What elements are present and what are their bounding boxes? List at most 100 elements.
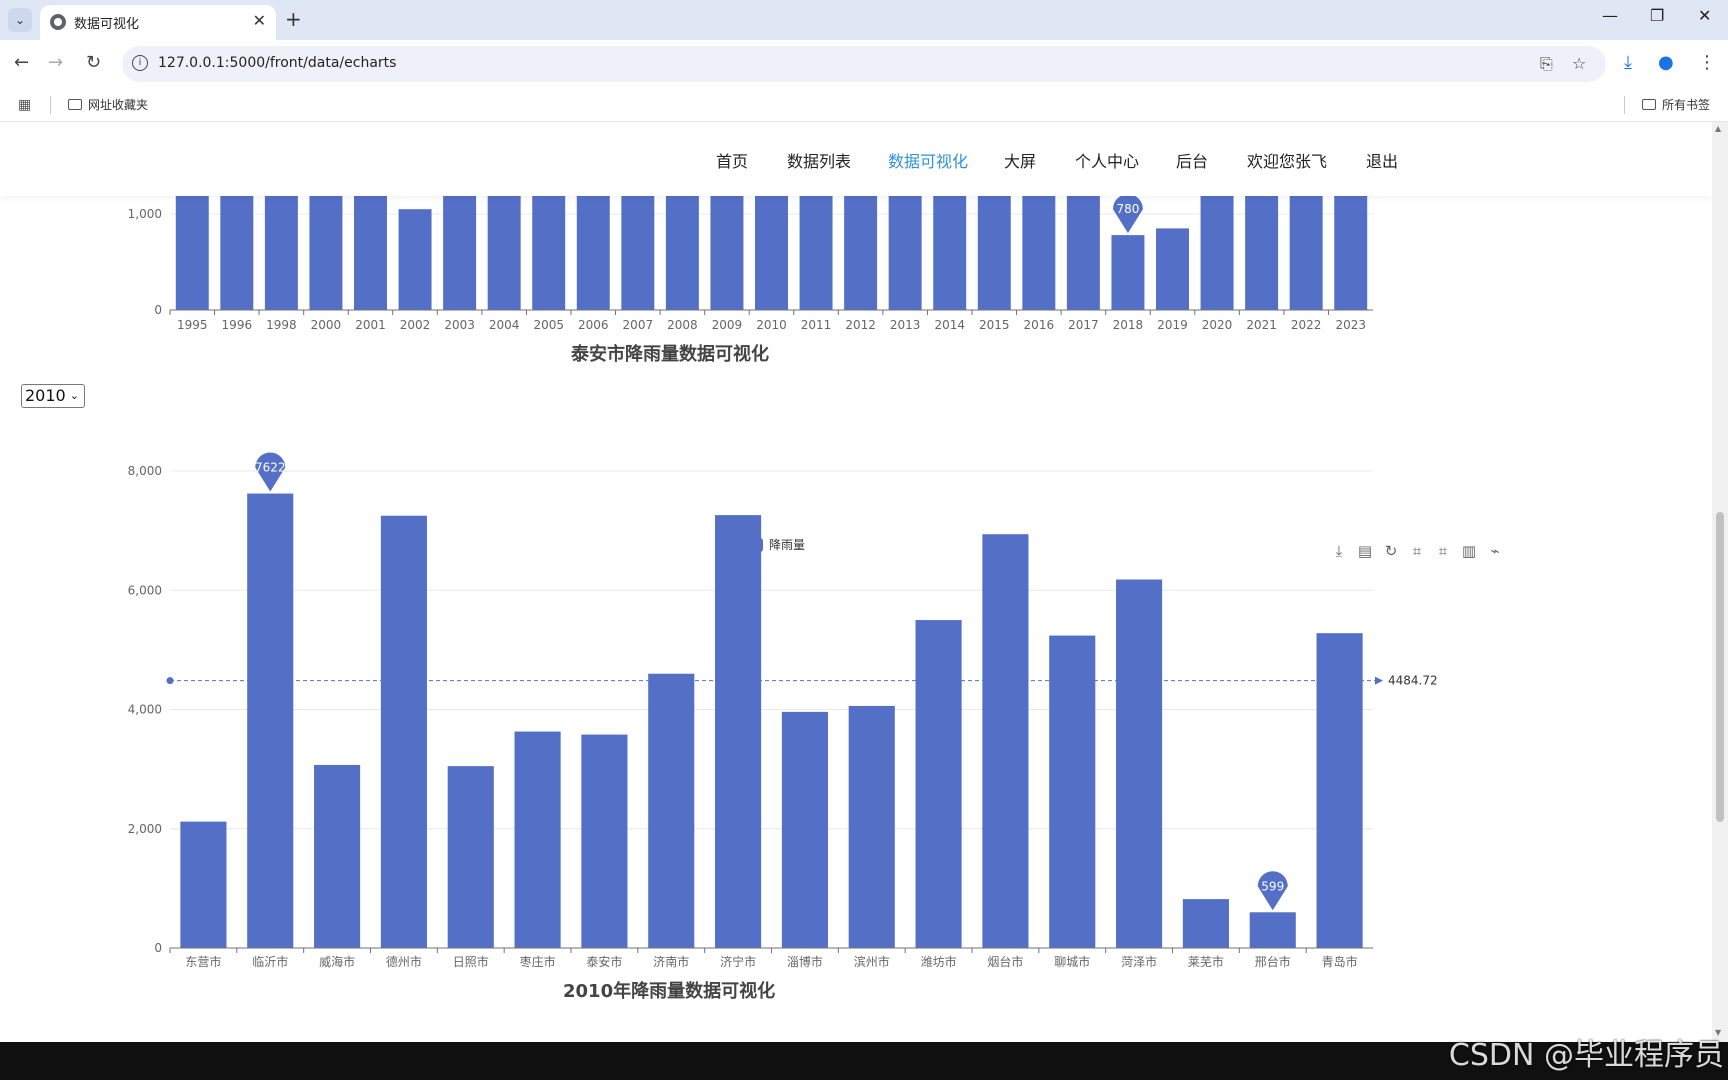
folder-icon (1642, 99, 1656, 110)
chart1-xtick-label: 2017 (1068, 318, 1099, 332)
chart1-xtick-label: 2012 (845, 318, 876, 332)
chart2-xtick-label: 聊城市 (1054, 954, 1090, 969)
nav-logout[interactable]: 退出 (1366, 148, 1398, 172)
chart1-xtick-label: 2011 (801, 318, 832, 332)
chart2-bar (514, 731, 561, 948)
chart1-bar (264, 196, 298, 310)
bookmark-star-icon[interactable]: ☆ (1572, 54, 1586, 73)
chart1-xtick-label: 2013 (890, 318, 921, 332)
browser-tab[interactable]: 数据可视化 ✕ (40, 5, 276, 40)
bookmark-folder-label: 网址收藏夹 (88, 98, 149, 112)
chart1-ytick-label: 0 (154, 303, 162, 317)
browser-toolbar: ← → ↻ i 127.0.0.1:5000/front/data/echart… (0, 40, 1728, 88)
chart2-xtick-label: 泰安市 (586, 954, 622, 969)
restore-icon[interactable]: ↻ (1385, 542, 1398, 560)
scroll-up-icon[interactable]: ▲ (1715, 124, 1721, 133)
nav-welcome-user[interactable]: 欢迎您张飞 (1247, 148, 1327, 172)
chart2-ytick-label: 2,000 (128, 822, 162, 836)
all-bookmarks[interactable]: 所有书签 (1642, 96, 1710, 113)
chart2-bar (715, 515, 762, 948)
chart1-bar (309, 196, 343, 310)
chart1-xtick-label: 1998 (266, 318, 297, 332)
zoom-reset-icon[interactable]: ⌗ (1439, 542, 1448, 560)
chart1-xtick-label: 2018 (1113, 318, 1144, 332)
chart1-bar (1111, 235, 1145, 310)
address-bar[interactable]: i 127.0.0.1:5000/front/data/echarts ⎘ ☆ (122, 46, 1606, 82)
chart2-xtick-label: 菏泽市 (1121, 954, 1157, 969)
all-bookmarks-label: 所有书签 (1662, 98, 1711, 112)
window-close-icon[interactable]: ✕ (1698, 6, 1711, 25)
markline-label: 4484.72 (1388, 674, 1438, 688)
chart2-xtick-label: 邢台市 (1255, 954, 1291, 969)
chart1-xtick-label: 2003 (444, 318, 475, 332)
chart2-bar (247, 493, 294, 948)
chart2-xtick-label: 滨州市 (854, 954, 890, 969)
bookmark-folder[interactable]: 网址收藏夹 (68, 96, 148, 113)
profile-icon[interactable]: ● (1658, 52, 1674, 73)
chart2-ytick-label: 6,000 (128, 583, 162, 597)
translate-icon[interactable]: ⎘ (1540, 54, 1553, 74)
chart2-bar (314, 764, 361, 948)
nav-home[interactable]: 首页 (716, 148, 748, 172)
url-text[interactable]: 127.0.0.1:5000/front/data/echarts (158, 55, 396, 71)
tab-search-button[interactable]: ⌄ (8, 8, 32, 32)
site-nav: 首页 数据列表 数据可视化 大屏 个人中心 后台 欢迎您张飞 退出 (0, 122, 1712, 196)
chart1-xtick-label: 2008 (667, 318, 698, 332)
apps-grid-icon[interactable]: ▦ (18, 97, 31, 113)
chart1-xtick-label: 1996 (222, 318, 253, 332)
minimize-icon[interactable]: — (1602, 6, 1618, 25)
download-icon[interactable]: ⤓ (1624, 52, 1632, 73)
city-rainfall-chart: 降雨量 ⤓ ▤ ↻ ⌗ ⌗ ▥ ⌁ 0 2,000 4,000 6,000 8,000 东营市 临沂市 762… (128, 452, 1500, 969)
chart1-xtick-label: 2002 (400, 318, 431, 332)
nav-visualization[interactable]: 数据可视化 (888, 148, 968, 172)
chart1-xtick-label: 2021 (1246, 318, 1277, 332)
nav-profile[interactable]: 个人中心 (1075, 148, 1139, 172)
chart2-xtick-label: 烟台市 (987, 954, 1023, 969)
restore-icon[interactable]: ❐ (1650, 6, 1664, 25)
forward-icon[interactable]: → (48, 52, 63, 73)
chart2-bar (380, 515, 427, 948)
close-tab-icon[interactable]: ✕ (253, 11, 266, 30)
chart2-bar (1249, 912, 1296, 948)
chart2-xtick-label: 济南市 (653, 954, 689, 969)
chart1-bar (398, 209, 432, 310)
globe-icon (50, 14, 66, 30)
bookmarks-bar: ▦ 网址收藏夹 所有书签 (0, 88, 1728, 122)
chart2-xtick-label: 临沂市 (252, 954, 288, 969)
chart2-bar (648, 673, 695, 948)
new-tab-button[interactable]: + (285, 7, 302, 31)
chart1-bar (1200, 196, 1234, 310)
chart1-title: 泰安市降雨量数据可视化 (571, 344, 769, 365)
chart1-bar (844, 196, 878, 310)
bar-type-icon[interactable]: ▥ (1462, 542, 1476, 560)
tab-title: 数据可视化 (74, 17, 140, 32)
chart1-xtick-label: 2005 (533, 318, 564, 332)
more-menu-icon[interactable]: ⋮ (1698, 52, 1716, 73)
chart1-xtick-label: 1995 (177, 318, 208, 332)
chart2-ytick-label: 8,000 (128, 464, 162, 478)
nav-admin[interactable]: 后台 (1176, 148, 1208, 172)
page-scrollbar[interactable]: ▲ ▼ (1712, 122, 1728, 1042)
watermark: CSDN @毕业程序员 (1448, 1038, 1724, 1073)
chart2-xtick-label: 德州市 (386, 954, 422, 969)
site-info-icon[interactable]: i (132, 55, 148, 71)
chart1-bar (532, 196, 566, 310)
reload-icon[interactable]: ↻ (86, 52, 101, 73)
back-icon[interactable]: ← (14, 52, 29, 73)
chart2-title: 2010年降雨量数据可视化 (563, 981, 776, 1002)
nav-big-screen[interactable]: 大屏 (1004, 148, 1036, 172)
chart1-xtick-label: 2016 (1024, 318, 1055, 332)
line-type-icon[interactable]: ⌁ (1490, 542, 1499, 560)
chart1-bar (443, 196, 477, 310)
zoom-icon[interactable]: ⌗ (1413, 542, 1422, 560)
nav-data-list[interactable]: 数据列表 (787, 148, 851, 172)
browser-tab-bar: ⌄ 数据可视化 ✕ + — ❐ ✕ (0, 0, 1728, 40)
chart1-bar (665, 196, 699, 310)
save-image-icon[interactable]: ⤓ (1336, 542, 1343, 560)
scroll-thumb[interactable] (1716, 512, 1724, 822)
chart1-xtick-label: 2010 (756, 318, 787, 332)
chart2-bar (848, 705, 895, 948)
chart1-bar (487, 196, 521, 310)
chart1-bar (1245, 196, 1279, 310)
data-view-icon[interactable]: ▤ (1358, 542, 1372, 560)
